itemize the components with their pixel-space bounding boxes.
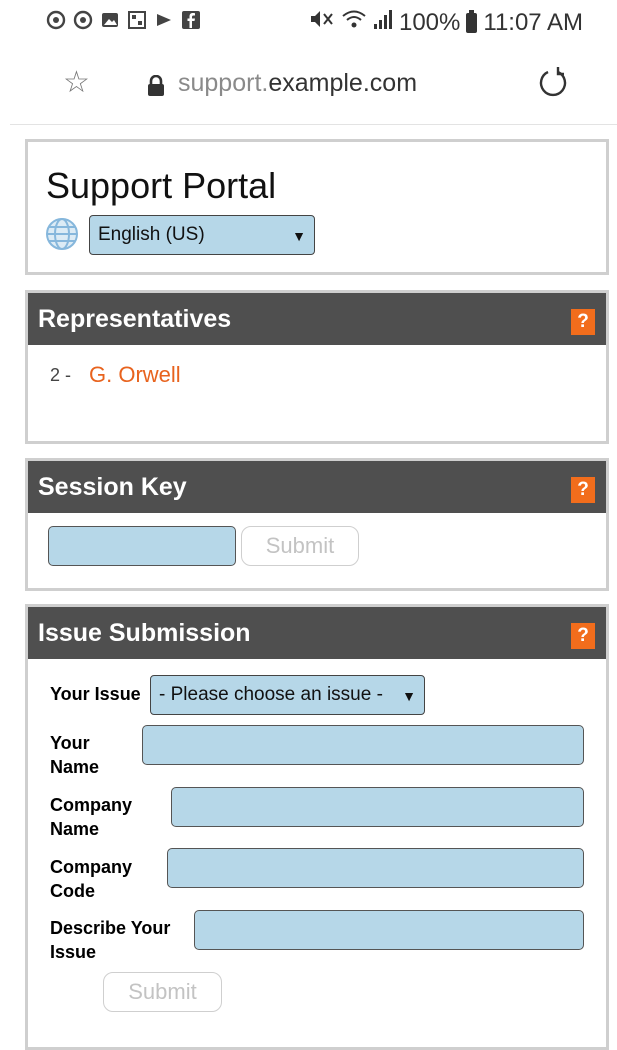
url-subdomain: support. <box>178 69 269 97</box>
sync-icon <box>46 10 66 30</box>
session-key-input[interactable] <box>48 526 236 566</box>
panel-title: Session Key <box>38 473 187 501</box>
label-line: Code <box>50 881 95 901</box>
lock-icon <box>146 74 166 102</box>
help-icon[interactable]: ? <box>571 623 595 649</box>
help-icon[interactable]: ? <box>571 477 595 503</box>
issue-select[interactable]: - Please choose an issue - ▼ <box>150 675 425 715</box>
session-key-panel: Session Key ? Submit <box>25 458 609 591</box>
label-line: Company <box>50 795 133 815</box>
url-domain: example.com <box>268 69 418 97</box>
rep-number: 2 - <box>50 365 72 385</box>
facebook-icon <box>181 10 201 30</box>
panel-header: Representatives ? <box>28 293 606 345</box>
panel-title: Issue Submission <box>38 619 251 647</box>
issue-submission-panel: Issue Submission ? Your Issue - Please c… <box>25 604 609 1050</box>
panel-title: Representatives <box>38 305 232 333</box>
language-select[interactable]: English (US) ▼ <box>89 215 315 255</box>
dropdown-arrow-icon: ▼ <box>292 228 306 244</box>
divider <box>10 124 617 125</box>
label-line: Name <box>50 819 100 839</box>
label-line: Your <box>50 733 90 753</box>
label-line: Company <box>50 857 133 877</box>
label-line: Describe Your <box>50 918 171 938</box>
sync-icon <box>73 10 93 30</box>
your-name-label: Your Name <box>50 731 99 779</box>
company-code-label: Company Code <box>50 855 132 903</box>
system-indicators: 100% 11:07 AM <box>309 8 583 37</box>
star-icon[interactable]: ☆ <box>63 68 90 98</box>
language-select-value: English (US) <box>98 224 205 245</box>
browser-url-bar: ☆ support.example.com <box>0 52 617 122</box>
rep-link[interactable]: G. Orwell <box>89 362 181 388</box>
company-name-input[interactable] <box>171 787 584 827</box>
representatives-panel: Representatives ? 2 - G. Orwell <box>25 290 609 444</box>
signal-icon <box>373 8 393 37</box>
qr-icon <box>127 10 147 30</box>
url-address[interactable]: support.example.com <box>178 68 417 98</box>
reload-icon[interactable] <box>536 66 570 105</box>
label-line: Issue <box>50 942 97 962</box>
issue-submit-button[interactable]: Submit <box>103 972 222 1012</box>
issue-label: Your Issue <box>50 684 141 704</box>
help-icon[interactable]: ? <box>571 309 595 335</box>
company-name-label: Company Name <box>50 793 132 841</box>
panel-header: Session Key ? <box>28 461 606 513</box>
status-bar: 100% 11:07 AM <box>0 0 617 48</box>
battery-icon <box>466 9 478 33</box>
battery-level: 100% <box>398 8 461 36</box>
globe-icon <box>45 217 79 256</box>
page-title: Support Portal <box>46 165 277 206</box>
notification-icons <box>46 10 201 30</box>
describe-issue-label: Describe Your Issue <box>50 916 170 964</box>
dropdown-arrow-icon: ▼ <box>402 688 416 704</box>
your-name-input[interactable] <box>142 725 584 765</box>
wifi-icon <box>341 8 367 37</box>
company-code-input[interactable] <box>167 848 584 888</box>
label-line: Name <box>50 757 100 777</box>
issue-select-value: - Please choose an issue - <box>159 684 383 705</box>
panel-header: Issue Submission ? <box>28 607 606 659</box>
mute-icon <box>309 8 335 37</box>
image-icon <box>100 10 120 30</box>
describe-issue-input[interactable] <box>194 910 584 950</box>
status-time: 11:07 AM <box>483 8 583 36</box>
support-portal-panel: Support Portal English (US) ▼ <box>25 139 609 275</box>
session-submit-button[interactable]: Submit <box>241 526 359 566</box>
cast-icon <box>154 10 174 30</box>
